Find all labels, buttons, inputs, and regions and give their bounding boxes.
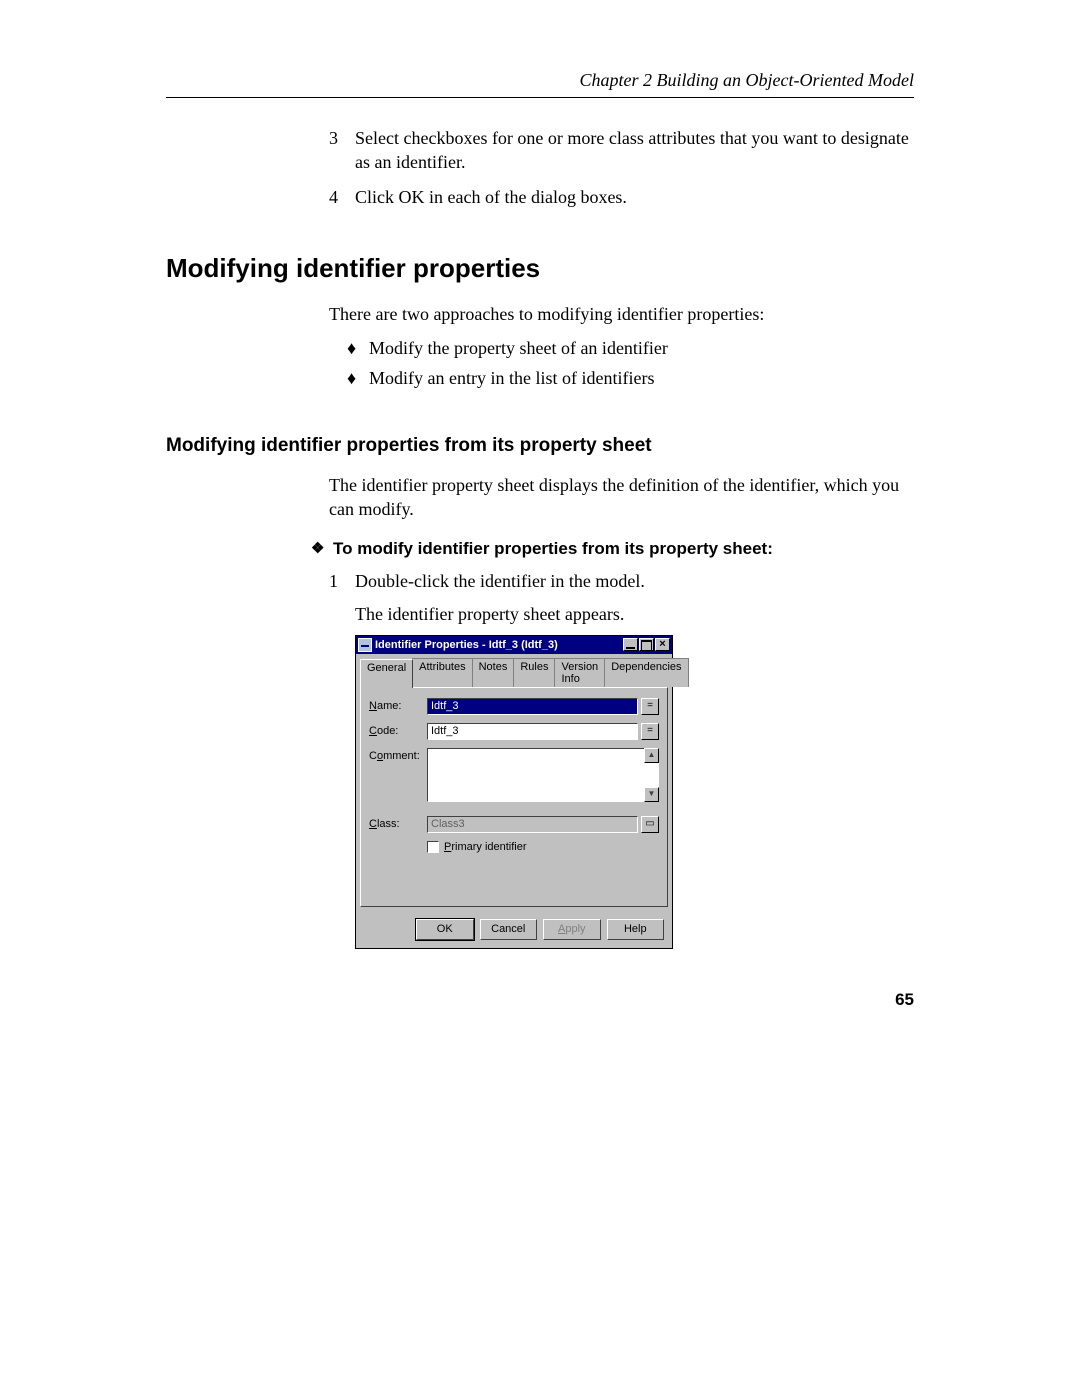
scroll-up-icon[interactable]: ▲ — [644, 748, 659, 763]
minimize-button[interactable] — [623, 638, 638, 651]
procedure-result: The identifier property sheet appears. — [355, 604, 914, 625]
step-number: 1 — [329, 569, 355, 593]
tab-strip: General Attributes Notes Rules Version I… — [356, 654, 672, 687]
code-label: Code: — [369, 723, 427, 737]
subsection-paragraph: The identifier property sheet displays t… — [329, 473, 914, 522]
tab-version-info[interactable]: Version Info — [554, 658, 605, 687]
bullet-item: ♦ Modify the property sheet of an identi… — [347, 336, 914, 360]
tab-attributes[interactable]: Attributes — [412, 658, 472, 687]
bullet-item: ♦ Modify an entry in the list of identif… — [347, 366, 914, 390]
window-title: Identifier Properties - Idtf_3 (Idtf_3) — [375, 639, 623, 651]
titlebar[interactable]: Identifier Properties - Idtf_3 (Idtf_3) … — [356, 636, 672, 654]
name-input[interactable]: Idtf_3 — [427, 698, 638, 715]
class-properties-button[interactable]: ▭ — [641, 816, 659, 833]
section-heading: Modifying identifier properties — [166, 253, 914, 284]
maximize-button[interactable] — [639, 638, 654, 651]
clover-icon: ❖ — [311, 539, 333, 559]
tab-general[interactable]: General — [360, 659, 413, 688]
running-head: Chapter 2 Building an Object-Oriented Mo… — [166, 70, 914, 98]
step-number: 4 — [329, 185, 355, 209]
tab-notes[interactable]: Notes — [472, 658, 515, 687]
procedure-step-1: 1 Double-click the identifier in the mod… — [329, 569, 914, 593]
name-label: Name: — [369, 698, 427, 712]
tab-rules[interactable]: Rules — [513, 658, 555, 687]
diamond-icon: ♦ — [347, 336, 369, 360]
procedure-title: To modify identifier properties from its… — [333, 539, 773, 559]
step-text: Select checkboxes for one or more class … — [355, 126, 914, 175]
diamond-icon: ♦ — [347, 366, 369, 390]
procedure-heading: ❖ To modify identifier properties from i… — [311, 539, 914, 559]
primary-identifier-checkbox[interactable] — [427, 841, 439, 853]
step-3: 3 Select checkboxes for one or more clas… — [329, 126, 914, 175]
tab-dependencies[interactable]: Dependencies — [604, 658, 688, 687]
class-label: Class: — [369, 816, 427, 830]
name-equals-button[interactable]: = — [641, 698, 659, 715]
code-input[interactable]: Idtf_3 — [427, 723, 638, 740]
cancel-button[interactable]: Cancel — [480, 919, 538, 940]
close-button[interactable]: × — [655, 638, 670, 651]
window-icon — [358, 638, 372, 652]
scroll-down-icon[interactable]: ▼ — [644, 787, 659, 802]
bullet-text: Modify an entry in the list of identifie… — [369, 366, 654, 390]
page-number: 65 — [895, 990, 914, 1010]
primary-identifier-label: Primary identifier — [444, 841, 527, 853]
dialog-button-row: OK Cancel Apply Help — [356, 913, 672, 948]
help-button[interactable]: Help — [607, 919, 665, 940]
ok-button[interactable]: OK — [416, 919, 474, 940]
subsection-heading: Modifying identifier properties from its… — [166, 435, 914, 457]
tab-pane-general: Name: Idtf_3 = Code: Idtf_3 = Comment: ▲… — [360, 687, 668, 907]
code-link-button[interactable]: = — [641, 723, 659, 740]
intro-paragraph: There are two approaches to modifying id… — [329, 302, 914, 326]
step-4: 4 Click OK in each of the dialog boxes. — [329, 185, 914, 209]
class-input: Class3 — [427, 816, 638, 833]
comment-label: Comment: — [369, 748, 427, 762]
step-text: Click OK in each of the dialog boxes. — [355, 185, 914, 209]
identifier-properties-dialog: Identifier Properties - Idtf_3 (Idtf_3) … — [355, 635, 673, 949]
apply-button[interactable]: Apply — [543, 919, 601, 940]
comment-textarea[interactable]: ▲ ▼ — [427, 748, 659, 802]
bullet-text: Modify the property sheet of an identifi… — [369, 336, 668, 360]
step-text: Double-click the identifier in the model… — [355, 569, 914, 593]
step-number: 3 — [329, 126, 355, 175]
